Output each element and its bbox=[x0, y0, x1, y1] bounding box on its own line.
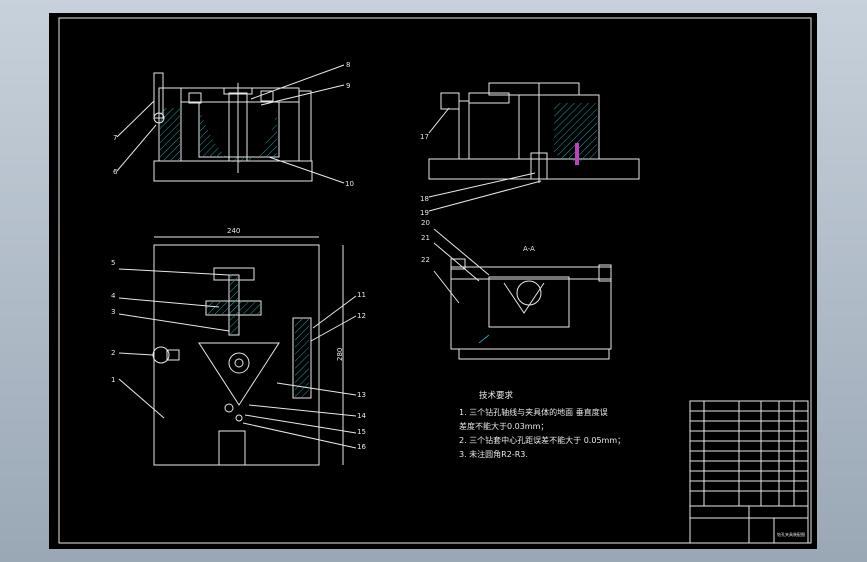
tech-line-3: 2. 三个钻套中心孔距误差不能大于 0.05mm； bbox=[459, 435, 625, 445]
plan-view bbox=[152, 236, 344, 466]
title-block bbox=[689, 400, 809, 544]
callout-3: 3 bbox=[111, 308, 115, 316]
tech-line-4: 3. 未注圆角R2-R3. bbox=[459, 449, 528, 459]
cad-viewport[interactable]: 8 9 7 6 10 17 18 19 20 21 22 5 4 3 2 1 1… bbox=[0, 0, 867, 562]
tech-line-1: 1. 三个钻孔轴线与夹具体的地面 垂直度误 bbox=[459, 407, 608, 417]
dimension-height: 280 bbox=[336, 348, 344, 361]
callout-8: 8 bbox=[346, 61, 350, 69]
callout-21: 21 bbox=[421, 234, 430, 242]
callout-20: 20 bbox=[421, 219, 430, 227]
callout-22: 22 bbox=[421, 256, 430, 264]
callout-15: 15 bbox=[357, 428, 366, 436]
callout-9: 9 bbox=[346, 82, 350, 90]
callout-12: 12 bbox=[357, 312, 366, 320]
callout-6: 6 bbox=[113, 168, 118, 176]
section-view bbox=[450, 258, 612, 360]
drawing-canvas: 8 9 7 6 10 17 18 19 20 21 22 5 4 3 2 1 1… bbox=[58, 17, 812, 544]
callout-4: 4 bbox=[111, 292, 116, 300]
callout-1: 1 bbox=[111, 376, 115, 384]
callout-14: 14 bbox=[357, 412, 366, 420]
callout-10: 10 bbox=[345, 180, 354, 188]
callout-18: 18 bbox=[420, 195, 429, 203]
callout-11: 11 bbox=[357, 291, 366, 299]
callout-13: 13 bbox=[357, 391, 366, 399]
dimension-width: 240 bbox=[227, 227, 240, 235]
callout-7: 7 bbox=[113, 134, 117, 142]
callout-19: 19 bbox=[420, 209, 429, 217]
tech-requirements-title: 技术要求 bbox=[479, 390, 514, 401]
drawing-sheet[interactable]: 8 9 7 6 10 17 18 19 20 21 22 5 4 3 2 1 1… bbox=[49, 13, 817, 549]
front-view bbox=[153, 72, 313, 182]
tech-line-2: 差度不能大于0.03mm； bbox=[459, 421, 548, 431]
side-view bbox=[428, 82, 640, 183]
callout-17: 17 bbox=[420, 133, 429, 141]
section-label: A-A bbox=[523, 245, 535, 253]
callout-16: 16 bbox=[357, 443, 366, 451]
callout-2: 2 bbox=[111, 349, 115, 357]
drawing-frame bbox=[58, 17, 812, 544]
callout-5: 5 bbox=[111, 259, 115, 267]
title-block-name: 钻孔夹具装配图 bbox=[777, 531, 805, 537]
